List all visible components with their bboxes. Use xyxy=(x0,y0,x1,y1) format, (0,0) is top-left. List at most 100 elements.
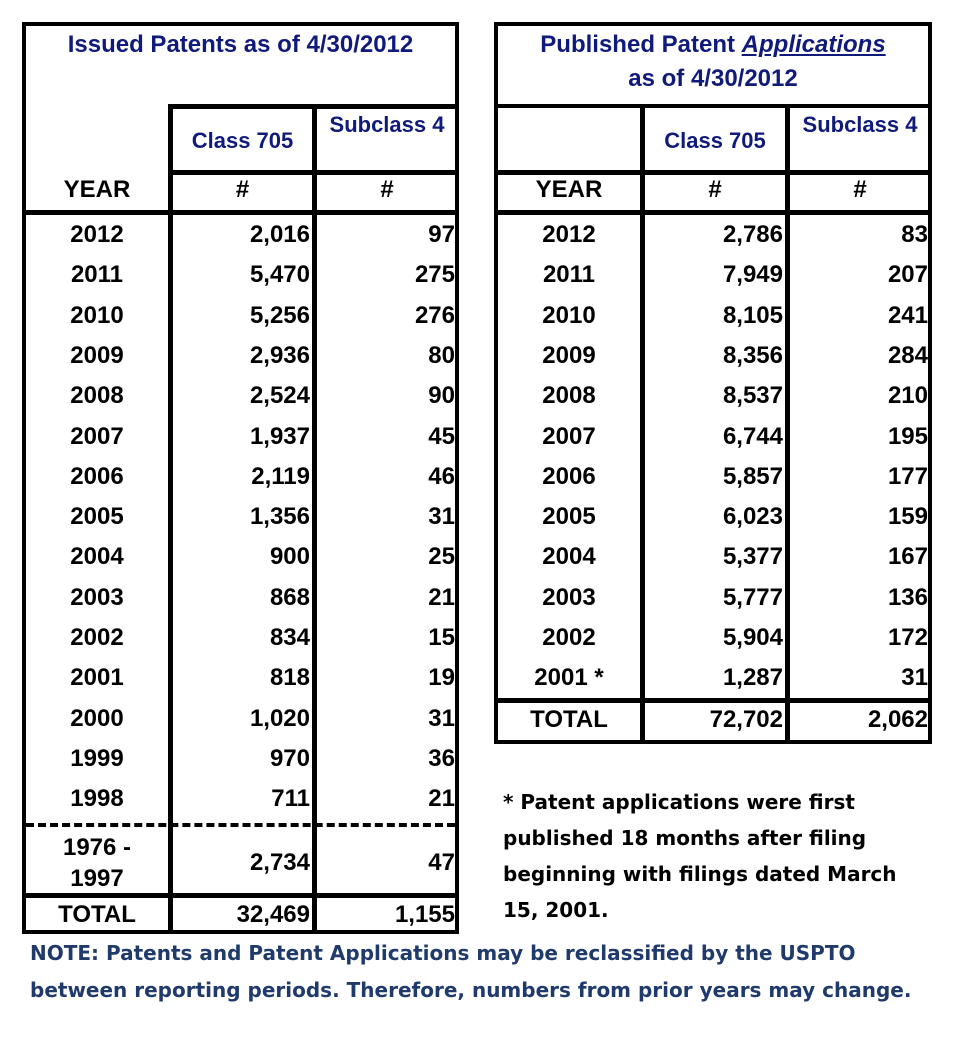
subclass4-cell: 80 xyxy=(428,341,455,369)
year-cell: 2003 xyxy=(70,583,124,611)
class705-cell: 1,356 xyxy=(249,503,310,531)
year-cell: 2004 xyxy=(70,543,124,571)
table-row: 2010 8,105 241 xyxy=(498,296,928,336)
year-cell: 2011 xyxy=(542,261,596,289)
total-class705: 32,469 xyxy=(236,901,310,928)
table-row: 2011 5,470 275 xyxy=(26,255,455,295)
subclass4-cell: 45 xyxy=(428,422,455,450)
subclass4-cell: 19 xyxy=(428,664,455,692)
class705-cell: 5,256 xyxy=(249,301,310,329)
column-header-class705-count: # xyxy=(235,176,250,203)
year-cell: 2004 xyxy=(542,543,596,571)
column-header-class705: Class 705 xyxy=(664,128,766,153)
class705-cell: 8,537 xyxy=(722,382,783,410)
class705-cell: 1,020 xyxy=(249,704,310,732)
class705-cell: 834 xyxy=(269,624,310,651)
subclass4-cell: 97 xyxy=(428,221,455,248)
subclass4-cell: 15 xyxy=(428,624,455,651)
footnote: * Patent applications were first publish… xyxy=(503,790,897,922)
class705-cell: 2,524 xyxy=(249,382,310,410)
year-cell: 2000 xyxy=(70,704,124,732)
class705-cell: 8,105 xyxy=(722,301,783,329)
published-applications-table: Published Patent Applications as of 4/30… xyxy=(494,22,932,744)
year-cell: 1998 xyxy=(70,785,124,813)
table-row: 2012 2,786 83 xyxy=(498,215,928,255)
class705-cell: 2,016 xyxy=(249,221,310,248)
class705-cell: 711 xyxy=(271,785,310,813)
class705-cell: 6,023 xyxy=(722,503,783,531)
class705-cell: 2,119 xyxy=(251,462,310,490)
published-table-title: Published Patent Applications as of 4/30… xyxy=(498,28,928,108)
year-cell: 2002 xyxy=(70,624,124,651)
year-cell: 2006 xyxy=(70,462,124,490)
subclass4-cell: 31 xyxy=(428,704,455,732)
table-row: 2001 818 19 xyxy=(26,658,455,698)
subclass4-cell: 31 xyxy=(901,664,928,692)
table-row: 2004 5,377 167 xyxy=(498,537,928,577)
issued-patents-table: Issued Patents as of 4/30/2012 Class 705… xyxy=(22,22,459,934)
year-cell: 2010 xyxy=(70,301,124,329)
table-row: 2012 2,016 97 xyxy=(26,215,455,255)
subclass4-cell: 207 xyxy=(887,261,928,289)
subclass4-cell: 195 xyxy=(887,422,928,450)
class705-cell: 1,287 xyxy=(722,664,783,692)
table-row: 2007 1,937 45 xyxy=(26,417,455,457)
year-cell: 2009 xyxy=(542,341,596,369)
year-range-start: 1976 - xyxy=(62,834,132,861)
year-cell: 2005 xyxy=(70,503,124,531)
year-cell: 2010 xyxy=(542,301,596,329)
class705-cell: 970 xyxy=(269,744,310,772)
year-cell: 2007 xyxy=(542,422,596,450)
year-cell: 2006 xyxy=(542,462,596,490)
table-row: 2002 5,904 172 xyxy=(498,618,928,658)
table-row: 2007 6,744 195 xyxy=(498,417,928,457)
year-cell: 2008 xyxy=(70,382,124,410)
title-emphasis: Applications xyxy=(741,31,886,58)
year-range-end: 1997 xyxy=(70,865,124,892)
table-row: 2003 868 21 xyxy=(26,578,455,618)
year-cell: 1999 xyxy=(70,744,124,772)
dashed-divider xyxy=(26,823,455,827)
table-row: 2005 6,023 159 xyxy=(498,497,928,537)
year-cell: 2005 xyxy=(542,503,596,531)
table-row: 2011 7,949 207 xyxy=(498,255,928,295)
table-row: 2000 1,020 31 xyxy=(26,699,455,739)
subclass4-cell: 284 xyxy=(887,341,928,369)
year-cell: 2002 xyxy=(542,624,596,651)
subclass4-cell: 172 xyxy=(887,624,928,651)
table-row: 2009 2,936 80 xyxy=(26,336,455,376)
table-row-range: 1976 - 1997 2,734 47 xyxy=(26,832,455,894)
year-cell: 2007 xyxy=(70,422,124,450)
column-header-year: YEAR xyxy=(63,176,131,203)
subclass4-cell: 36 xyxy=(428,744,455,772)
year-cell: 2001 * xyxy=(534,664,604,692)
table-row-total: TOTAL 72,702 2,062 xyxy=(498,701,928,739)
column-header-year: YEAR xyxy=(535,176,603,203)
table-row: 2001 * 1,287 31 xyxy=(498,658,928,698)
subclass4-cell: 210 xyxy=(887,382,928,410)
class705-cell: 5,904 xyxy=(722,624,783,651)
subclass4-cell: 90 xyxy=(428,382,455,410)
subclass4-cell: 83 xyxy=(901,221,928,248)
total-class705: 72,702 xyxy=(709,706,783,733)
year-cell: 2011 xyxy=(70,261,124,289)
class705-cell: 1,937 xyxy=(249,422,310,450)
subclass4-cell: 167 xyxy=(887,543,928,571)
table-row: 2009 8,356 284 xyxy=(498,336,928,376)
table-row: 2005 1,356 31 xyxy=(26,497,455,537)
subclass4-cell: 241 xyxy=(887,301,928,329)
issued-table-title: Issued Patents as of 4/30/2012 xyxy=(67,31,414,58)
subclass4-cell: 21 xyxy=(428,583,455,611)
column-header-subclass4: Subclass 4 xyxy=(802,112,918,137)
subclass4-cell: 46 xyxy=(428,462,455,490)
table-row: 2010 5,256 276 xyxy=(26,296,455,336)
class705-cell: 900 xyxy=(269,543,310,571)
year-cell: 2009 xyxy=(70,341,124,369)
class705-cell: 2,936 xyxy=(249,341,310,369)
subclass4-cell: 136 xyxy=(887,583,928,611)
column-header-class705: Class 705 xyxy=(191,128,294,153)
class705-cell: 5,377 xyxy=(722,543,783,571)
table-row: 2004 900 25 xyxy=(26,537,455,577)
table-row-total: TOTAL 32,469 1,155 xyxy=(26,896,455,934)
year-cell: 2012 xyxy=(542,221,596,248)
